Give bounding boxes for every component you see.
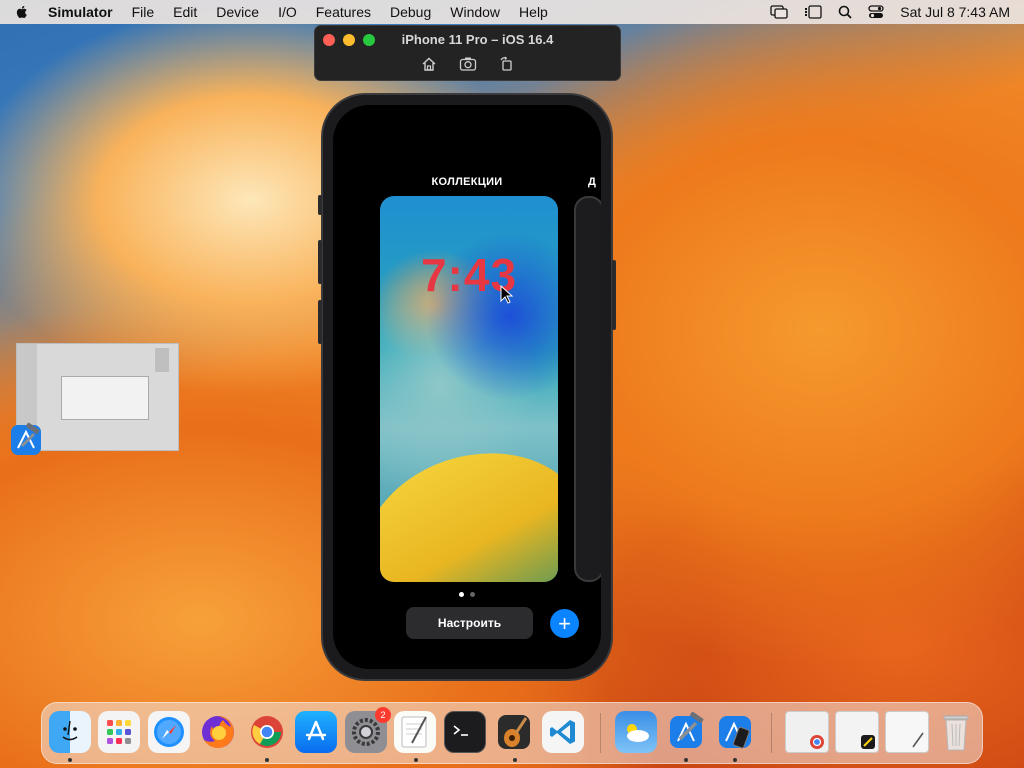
chrome-icon[interactable] bbox=[246, 711, 288, 753]
add-wallpaper-button[interactable]: + bbox=[550, 609, 579, 638]
phone-screen[interactable]: КОЛЛЕКЦИИ Д 7:43 Настроить + bbox=[333, 105, 601, 669]
launchpad-icon[interactable] bbox=[98, 711, 140, 753]
menu-app-simulator[interactable]: Simulator bbox=[48, 4, 113, 20]
side-button bbox=[612, 260, 616, 330]
menubar-clock[interactable]: Sat Jul 8 7:43 AM bbox=[900, 4, 1010, 20]
running-indicator bbox=[68, 758, 72, 762]
page-dot-active bbox=[459, 592, 464, 597]
simulator-window-toolbar: iPhone 11 Pro – iOS 16.4 bbox=[314, 25, 621, 81]
firefox-icon[interactable] bbox=[197, 711, 239, 753]
menu-help[interactable]: Help bbox=[519, 4, 548, 20]
textedit-icon[interactable] bbox=[394, 711, 436, 753]
screenshot-icon[interactable] bbox=[459, 56, 477, 72]
stage-manager-icon[interactable] bbox=[804, 5, 822, 19]
running-indicator bbox=[513, 758, 517, 762]
minimized-xcode-window[interactable] bbox=[835, 711, 879, 753]
running-indicator bbox=[414, 758, 418, 762]
wallpaper-shape bbox=[380, 424, 558, 582]
control-center-icon[interactable] bbox=[868, 5, 884, 19]
menu-bar: Simulator File Edit Device I/O Features … bbox=[0, 0, 1024, 24]
minimized-chrome-window[interactable] bbox=[785, 711, 829, 753]
minimized-textedit-window[interactable] bbox=[885, 711, 929, 753]
dock-separator bbox=[600, 713, 601, 753]
menu-window[interactable]: Window bbox=[450, 4, 500, 20]
menu-edit[interactable]: Edit bbox=[173, 4, 197, 20]
customize-button[interactable]: Настроить bbox=[406, 607, 533, 639]
trash-icon[interactable] bbox=[935, 711, 977, 753]
system-settings-icon[interactable]: 2 bbox=[345, 707, 391, 753]
next-wallpaper-card[interactable] bbox=[574, 196, 601, 582]
spotlight-search-icon[interactable] bbox=[838, 5, 852, 19]
home-icon[interactable] bbox=[421, 56, 437, 72]
garageband-icon[interactable] bbox=[493, 711, 535, 753]
menu-file[interactable]: File bbox=[132, 4, 155, 20]
rotate-icon[interactable] bbox=[499, 56, 515, 72]
weather-icon[interactable] bbox=[615, 711, 657, 753]
volume-up-button bbox=[318, 240, 322, 284]
mouse-cursor-icon bbox=[500, 285, 514, 304]
lock-screen-wallpaper-card[interactable]: 7:43 bbox=[380, 196, 558, 582]
screen-mirroring-icon[interactable] bbox=[770, 5, 788, 19]
next-section-label: Д bbox=[588, 176, 596, 188]
app-store-icon[interactable] bbox=[295, 711, 337, 753]
menu-features[interactable]: Features bbox=[316, 4, 371, 20]
xcode-icon[interactable] bbox=[665, 711, 707, 753]
vscode-icon[interactable] bbox=[542, 711, 584, 753]
thumbnail-scrollbar bbox=[155, 348, 169, 372]
menu-io[interactable]: I/O bbox=[278, 4, 297, 20]
running-indicator bbox=[265, 758, 269, 762]
simulator-icon[interactable] bbox=[714, 711, 756, 753]
menu-debug[interactable]: Debug bbox=[390, 4, 431, 20]
simulator-title: iPhone 11 Pro – iOS 16.4 bbox=[401, 32, 554, 47]
notification-badge: 2 bbox=[375, 707, 391, 723]
page-dot bbox=[470, 592, 475, 597]
dock-separator bbox=[771, 713, 772, 753]
thumbnail-dialog bbox=[61, 376, 149, 420]
menu-device[interactable]: Device bbox=[216, 4, 259, 20]
finder-icon[interactable] bbox=[49, 711, 91, 753]
collections-title: КОЛЛЕКЦИИ bbox=[431, 176, 503, 188]
page-indicator[interactable] bbox=[333, 592, 601, 597]
xcode-icon[interactable] bbox=[8, 422, 44, 458]
apple-icon[interactable] bbox=[14, 4, 30, 20]
running-indicator bbox=[733, 758, 737, 762]
volume-down-button bbox=[318, 300, 322, 344]
running-indicator bbox=[684, 758, 688, 762]
terminal-icon[interactable] bbox=[444, 711, 486, 753]
lock-screen-time: 7:43 bbox=[420, 249, 518, 301]
safari-icon[interactable] bbox=[148, 711, 190, 753]
mute-switch bbox=[318, 195, 322, 215]
iphone-device-frame: КОЛЛЕКЦИИ Д 7:43 Настроить + bbox=[318, 93, 616, 681]
dock: 2 bbox=[41, 702, 983, 764]
